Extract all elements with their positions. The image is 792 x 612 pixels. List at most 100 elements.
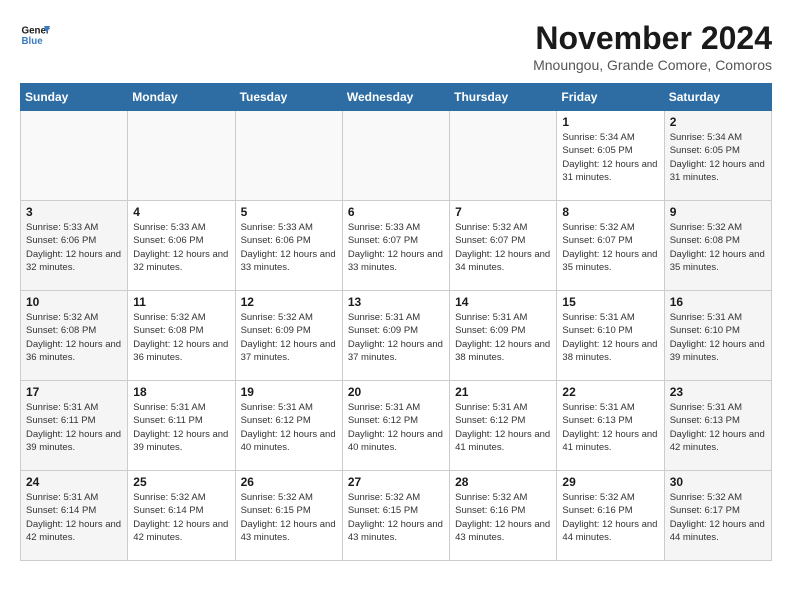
calendar-cell <box>450 111 557 201</box>
day-number: 14 <box>455 295 551 309</box>
day-number: 27 <box>348 475 444 489</box>
day-number: 17 <box>26 385 122 399</box>
day-number: 15 <box>562 295 658 309</box>
day-info: Sunrise: 5:31 AM Sunset: 6:13 PM Dayligh… <box>562 401 658 454</box>
day-number: 21 <box>455 385 551 399</box>
day-info: Sunrise: 5:31 AM Sunset: 6:10 PM Dayligh… <box>670 311 766 364</box>
week-row-1: 1 Sunrise: 5:34 AM Sunset: 6:05 PM Daylig… <box>21 111 772 201</box>
day-number: 29 <box>562 475 658 489</box>
day-info: Sunrise: 5:33 AM Sunset: 6:06 PM Dayligh… <box>26 221 122 274</box>
weekday-header-friday: Friday <box>557 84 664 111</box>
day-number: 5 <box>241 205 337 219</box>
day-number: 9 <box>670 205 766 219</box>
day-number: 26 <box>241 475 337 489</box>
calendar-cell: 21 Sunrise: 5:31 AM Sunset: 6:12 PM Dayli… <box>450 381 557 471</box>
calendar-table: SundayMondayTuesdayWednesdayThursdayFrid… <box>20 83 772 561</box>
logo-icon: General Blue <box>20 20 50 50</box>
calendar-cell: 25 Sunrise: 5:32 AM Sunset: 6:14 PM Dayli… <box>128 471 235 561</box>
day-info: Sunrise: 5:31 AM Sunset: 6:12 PM Dayligh… <box>348 401 444 454</box>
day-number: 1 <box>562 115 658 129</box>
calendar-cell: 7Sunrise: 5:32 AM Sunset: 6:07 PM Daylig… <box>450 201 557 291</box>
calendar-cell: 6Sunrise: 5:33 AM Sunset: 6:07 PM Daylig… <box>342 201 449 291</box>
day-info: Sunrise: 5:31 AM Sunset: 6:11 PM Dayligh… <box>26 401 122 454</box>
calendar-cell: 14 Sunrise: 5:31 AM Sunset: 6:09 PM Dayli… <box>450 291 557 381</box>
weekday-header-thursday: Thursday <box>450 84 557 111</box>
day-number: 13 <box>348 295 444 309</box>
day-info: Sunrise: 5:32 AM Sunset: 6:16 PM Dayligh… <box>562 491 658 544</box>
calendar-body: 1 Sunrise: 5:34 AM Sunset: 6:05 PM Daylig… <box>21 111 772 561</box>
calendar-cell: 28Sunrise: 5:32 AM Sunset: 6:16 PM Dayli… <box>450 471 557 561</box>
day-number: 24 <box>26 475 122 489</box>
day-info: Sunrise: 5:31 AM Sunset: 6:12 PM Dayligh… <box>455 401 551 454</box>
calendar-cell: 10Sunrise: 5:32 AM Sunset: 6:08 PM Dayli… <box>21 291 128 381</box>
day-info: Sunrise: 5:32 AM Sunset: 6:07 PM Dayligh… <box>562 221 658 274</box>
day-info: Sunrise: 5:31 AM Sunset: 6:14 PM Dayligh… <box>26 491 122 544</box>
calendar-cell: 5Sunrise: 5:33 AM Sunset: 6:06 PM Daylig… <box>235 201 342 291</box>
day-info: Sunrise: 5:32 AM Sunset: 6:08 PM Dayligh… <box>133 311 229 364</box>
day-number: 11 <box>133 295 229 309</box>
day-info: Sunrise: 5:32 AM Sunset: 6:17 PM Dayligh… <box>670 491 766 544</box>
week-row-3: 10 Sunrise: 5:32 AM Sunset: 6:08 PM Dayli… <box>21 291 772 381</box>
title-area: November 2024 Mnoungou, Grande Comore, C… <box>533 20 772 73</box>
weekday-header-row: SundayMondayTuesdayWednesdayThursdayFrid… <box>21 84 772 111</box>
weekday-header-tuesday: Tuesday <box>235 84 342 111</box>
calendar-cell: 3 Sunrise: 5:33 AM Sunset: 6:06 PM Daylig… <box>21 201 128 291</box>
svg-text:Blue: Blue <box>22 36 44 47</box>
calendar-cell: 29 Sunrise: 5:32 AM Sunset: 6:16 PM Dayli… <box>557 471 664 561</box>
calendar-cell: 9 Sunrise: 5:32 AM Sunset: 6:08 PM Daylig… <box>664 201 771 291</box>
weekday-header-wednesday: Wednesday <box>342 84 449 111</box>
day-number: 3 <box>26 205 122 219</box>
day-info: Sunrise: 5:31 AM Sunset: 6:12 PM Dayligh… <box>241 401 337 454</box>
calendar-cell: 30 Sunrise: 5:32 AM Sunset: 6:17 PM Dayli… <box>664 471 771 561</box>
calendar-cell: 24 Sunrise: 5:31 AM Sunset: 6:14 PM Dayli… <box>21 471 128 561</box>
day-info: Sunrise: 5:34 AM Sunset: 6:05 PM Dayligh… <box>562 131 658 184</box>
day-info: Sunrise: 5:31 AM Sunset: 6:13 PM Dayligh… <box>670 401 766 454</box>
day-number: 25 <box>133 475 229 489</box>
day-number: 19 <box>241 385 337 399</box>
day-number: 18 <box>133 385 229 399</box>
day-info: Sunrise: 5:31 AM Sunset: 6:09 PM Dayligh… <box>455 311 551 364</box>
day-number: 12 <box>241 295 337 309</box>
calendar-cell: 17 Sunrise: 5:31 AM Sunset: 6:11 PM Dayli… <box>21 381 128 471</box>
day-info: Sunrise: 5:32 AM Sunset: 6:14 PM Dayligh… <box>133 491 229 544</box>
day-number: 4 <box>133 205 229 219</box>
day-number: 10 <box>26 295 122 309</box>
day-info: Sunrise: 5:31 AM Sunset: 6:09 PM Dayligh… <box>348 311 444 364</box>
day-info: Sunrise: 5:34 AM Sunset: 6:05 PM Dayligh… <box>670 131 766 184</box>
calendar-cell: 1 Sunrise: 5:34 AM Sunset: 6:05 PM Daylig… <box>557 111 664 201</box>
calendar-cell: 18 Sunrise: 5:31 AM Sunset: 6:11 PM Dayli… <box>128 381 235 471</box>
calendar-cell: 12 Sunrise: 5:32 AM Sunset: 6:09 PM Dayli… <box>235 291 342 381</box>
day-info: Sunrise: 5:33 AM Sunset: 6:07 PM Dayligh… <box>348 221 444 274</box>
day-number: 2 <box>670 115 766 129</box>
day-number: 30 <box>670 475 766 489</box>
day-info: Sunrise: 5:32 AM Sunset: 6:15 PM Dayligh… <box>241 491 337 544</box>
calendar-cell: 20Sunrise: 5:31 AM Sunset: 6:12 PM Dayli… <box>342 381 449 471</box>
day-info: Sunrise: 5:32 AM Sunset: 6:07 PM Dayligh… <box>455 221 551 274</box>
day-number: 23 <box>670 385 766 399</box>
calendar-cell: 13 Sunrise: 5:31 AM Sunset: 6:09 PM Dayli… <box>342 291 449 381</box>
day-info: Sunrise: 5:31 AM Sunset: 6:10 PM Dayligh… <box>562 311 658 364</box>
calendar-cell <box>128 111 235 201</box>
week-row-2: 3 Sunrise: 5:33 AM Sunset: 6:06 PM Daylig… <box>21 201 772 291</box>
week-row-4: 17 Sunrise: 5:31 AM Sunset: 6:11 PM Dayli… <box>21 381 772 471</box>
day-info: Sunrise: 5:32 AM Sunset: 6:09 PM Dayligh… <box>241 311 337 364</box>
day-info: Sunrise: 5:33 AM Sunset: 6:06 PM Dayligh… <box>133 221 229 274</box>
calendar-cell: 4 Sunrise: 5:33 AM Sunset: 6:06 PM Daylig… <box>128 201 235 291</box>
day-info: Sunrise: 5:31 AM Sunset: 6:11 PM Dayligh… <box>133 401 229 454</box>
day-info: Sunrise: 5:32 AM Sunset: 6:08 PM Dayligh… <box>670 221 766 274</box>
calendar-cell: 15 Sunrise: 5:31 AM Sunset: 6:10 PM Dayli… <box>557 291 664 381</box>
day-number: 16 <box>670 295 766 309</box>
weekday-header-monday: Monday <box>128 84 235 111</box>
calendar-cell: 22Sunrise: 5:31 AM Sunset: 6:13 PM Dayli… <box>557 381 664 471</box>
location-subtitle: Mnoungou, Grande Comore, Comoros <box>533 57 772 73</box>
calendar-cell: 2 Sunrise: 5:34 AM Sunset: 6:05 PM Daylig… <box>664 111 771 201</box>
calendar-cell <box>235 111 342 201</box>
calendar-cell: 11 Sunrise: 5:32 AM Sunset: 6:08 PM Dayli… <box>128 291 235 381</box>
weekday-header-sunday: Sunday <box>21 84 128 111</box>
calendar-cell: 16 Sunrise: 5:31 AM Sunset: 6:10 PM Dayli… <box>664 291 771 381</box>
calendar-cell: 23 Sunrise: 5:31 AM Sunset: 6:13 PM Dayli… <box>664 381 771 471</box>
weekday-header-saturday: Saturday <box>664 84 771 111</box>
calendar-cell: 8Sunrise: 5:32 AM Sunset: 6:07 PM Daylig… <box>557 201 664 291</box>
calendar-cell <box>21 111 128 201</box>
week-row-5: 24 Sunrise: 5:31 AM Sunset: 6:14 PM Dayli… <box>21 471 772 561</box>
